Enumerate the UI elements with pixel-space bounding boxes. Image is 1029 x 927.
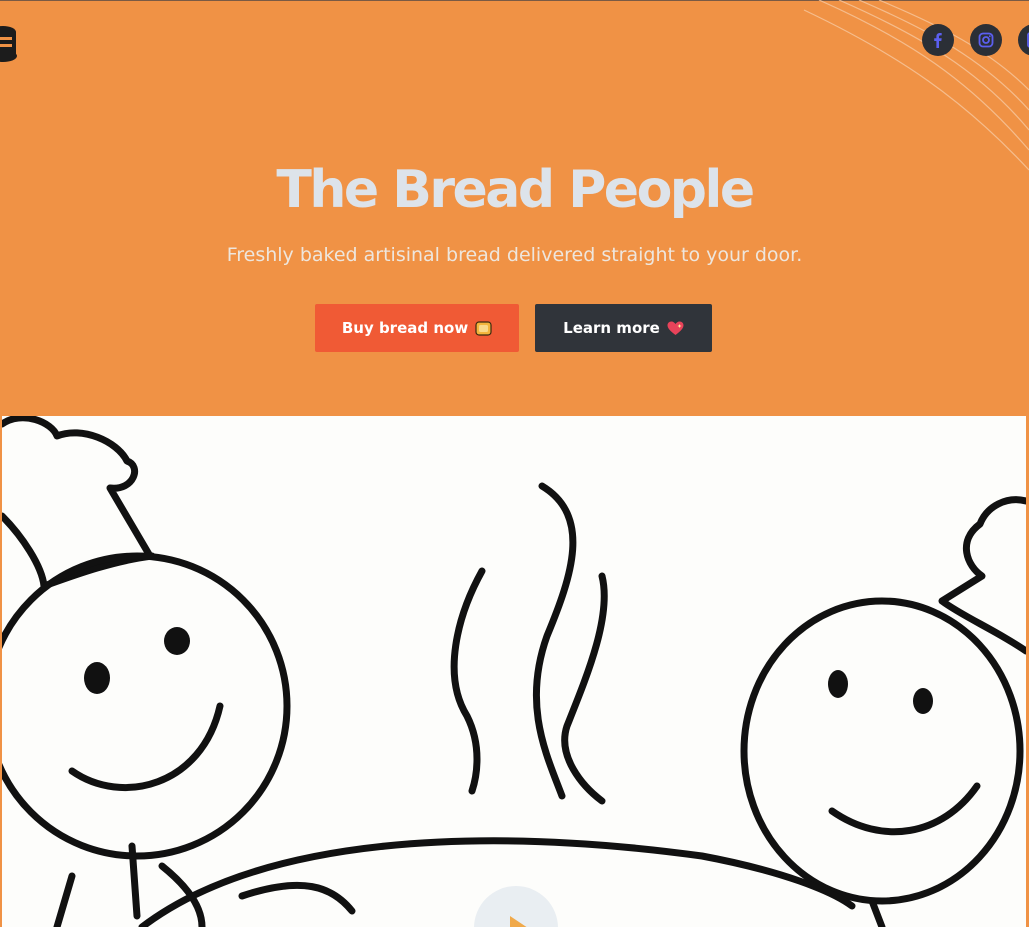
hero-video[interactable] [2, 416, 1026, 927]
bread-emoji-icon [475, 320, 492, 336]
instagram-icon [978, 32, 994, 48]
facebook-link[interactable] [922, 24, 954, 56]
play-icon [510, 916, 528, 927]
facebook-icon [934, 33, 942, 48]
buy-bread-button[interactable]: Buy bread now [315, 304, 519, 352]
buy-bread-label: Buy bread now [341, 319, 469, 337]
hero-subtitle: Freshly baked artisinal bread delivered … [226, 244, 803, 266]
sparkling-heart-icon [667, 321, 684, 336]
learn-more-button[interactable]: Learn more [535, 304, 712, 352]
bread-pot-logo-icon[interactable] [0, 22, 20, 64]
page-title: The Bread People [276, 160, 755, 220]
chef-doodle-illustration [2, 416, 1026, 927]
learn-more-label: Learn more [563, 319, 660, 337]
instagram-link[interactable] [970, 24, 1002, 56]
